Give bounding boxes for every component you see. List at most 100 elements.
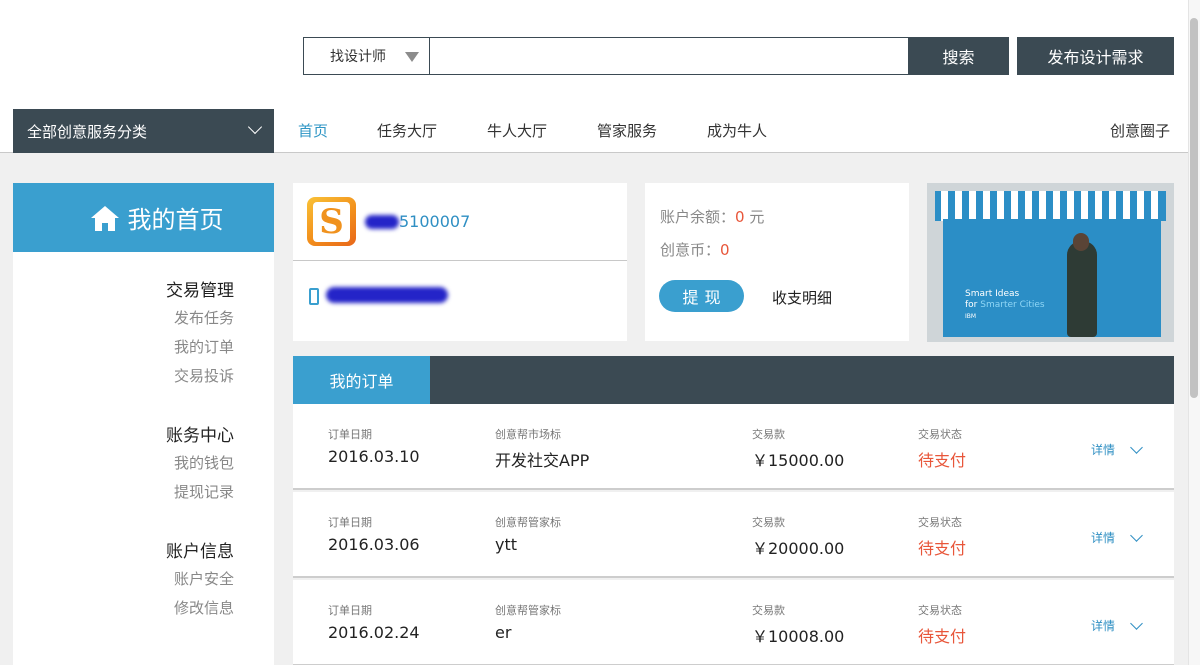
search-type-select[interactable]: 找设计师 <box>303 37 430 75</box>
order-amount-col: 交易款 ￥10008.00 <box>752 602 844 647</box>
order-amount: ￥15000.00 <box>752 451 845 470</box>
balance-unit: 元 <box>744 208 765 226</box>
order-amount-col: 交易款 ￥15000.00 <box>752 426 844 471</box>
order-date-label: 订单日期 <box>328 428 372 441</box>
nav-creative-circle[interactable]: 创意圈子 <box>1110 120 1170 141</box>
balance-label: 账户余额： <box>660 208 736 226</box>
banner-brand: IBM <box>965 313 977 320</box>
caret-down-icon <box>405 52 419 62</box>
sidebar-item-complaints[interactable]: 交易投诉 <box>13 365 234 386</box>
order-status-col: 交易状态 待支付 <box>918 602 966 647</box>
order-title-col: 创意帮管家标 ytt <box>495 514 561 554</box>
table-row: 订单日期 2016.02.24 创意帮管家标 er 交易款 ￥10008.00 交易状… <box>293 580 1174 665</box>
withdraw-button[interactable]: 提现 <box>659 280 744 312</box>
details-label: 详情 <box>1091 443 1116 457</box>
order-date: 2016.02.24 <box>328 623 420 642</box>
avatar[interactable]: S <box>307 197 356 246</box>
order-date-label: 订单日期 <box>328 604 372 617</box>
order-date-col: 订单日期 2016.03.10 <box>328 426 420 466</box>
sidebar-group-trade: 交易管理 发布任务 我的订单 交易投诉 <box>13 276 234 394</box>
order-status: 待支付 <box>918 627 967 646</box>
order-title-label: 创意帮管家标 <box>495 604 561 617</box>
nav-butler-service[interactable]: 管家服务 <box>597 120 657 141</box>
redacted-username <box>365 214 399 229</box>
search-button[interactable]: 搜索 <box>908 37 1009 75</box>
balance-card: 账户余额：0 元 创意币：0 提现 收支明细 <box>645 183 909 341</box>
sidebar-item-withdraw-records[interactable]: 提现记录 <box>13 481 234 502</box>
table-row: 订单日期 2016.03.06 创意帮管家标 ytt 交易款 ￥20000.00 交易… <box>293 492 1174 578</box>
banner-line2a: for <box>965 300 981 310</box>
order-details-toggle[interactable]: 详情 <box>1091 440 1143 458</box>
banner-line1: Smart Ideas <box>965 289 1020 299</box>
order-title: 开发社交APP <box>495 451 590 470</box>
chevron-down-icon <box>1130 440 1143 454</box>
nav-become-talent[interactable]: 成为牛人 <box>707 120 767 141</box>
order-date: 2016.03.10 <box>328 447 420 466</box>
order-title-label: 创意帮管家标 <box>495 516 561 529</box>
home-icon <box>90 205 119 231</box>
category-label: 全部创意服务分类 <box>27 122 148 141</box>
order-details-toggle[interactable]: 详情 <box>1091 616 1143 634</box>
profile-divider <box>293 260 627 261</box>
redacted-phone <box>326 287 448 303</box>
banner-person <box>1067 241 1097 337</box>
sidebar-title: 我的首页 <box>127 206 224 234</box>
banner-slogan: Smart Ideas for Smarter Cities IBM <box>965 289 1045 322</box>
sidebar-item-account-security[interactable]: 账户安全 <box>13 568 234 589</box>
order-status-label: 交易状态 <box>918 516 962 529</box>
sidebar-group-title: 账务中心 <box>166 426 234 446</box>
sidebar-item-edit-info[interactable]: 修改信息 <box>13 597 234 618</box>
sidebar-item-wallet[interactable]: 我的钱包 <box>13 452 234 473</box>
chevron-down-icon <box>1130 616 1143 630</box>
order-title-col: 创意帮管家标 er <box>495 602 561 642</box>
nav-home[interactable]: 首页 <box>298 120 328 141</box>
publish-demand-button[interactable]: 发布设计需求 <box>1017 37 1174 75</box>
balance-line: 账户余额：0 元 <box>660 206 764 227</box>
sidebar-item-publish-task[interactable]: 发布任务 <box>13 307 234 328</box>
phone-icon <box>309 288 319 305</box>
order-title: ytt <box>495 535 518 554</box>
search-type-label: 找设计师 <box>330 49 386 65</box>
tab-my-orders[interactable]: 我的订单 <box>293 356 430 404</box>
order-amount: ￥10008.00 <box>752 627 845 646</box>
order-amount-label: 交易款 <box>752 516 785 529</box>
chevron-down-icon <box>1130 528 1143 542</box>
order-amount-label: 交易款 <box>752 604 785 617</box>
order-title-col: 创意帮市场标开发社交APP <box>495 426 589 471</box>
order-date-col: 订单日期 2016.03.06 <box>328 514 420 554</box>
order-amount-label: 交易款 <box>752 428 785 441</box>
sidebar-group-title: 账户信息 <box>166 542 234 562</box>
sidebar-header[interactable]: 我的首页 <box>13 183 274 252</box>
category-dropdown[interactable]: 全部创意服务分类 <box>13 109 274 153</box>
order-status-col: 交易状态 待支付 <box>918 426 966 471</box>
nav-talent-hall[interactable]: 牛人大厅 <box>487 120 547 141</box>
sidebar-group-finance: 账务中心 我的钱包 提现记录 <box>13 421 234 510</box>
coin-label: 创意币： <box>660 241 721 259</box>
order-status-col: 交易状态 待支付 <box>918 514 966 559</box>
banner-line2b: Smarter Cities <box>980 300 1045 310</box>
order-date-label: 订单日期 <box>328 516 372 529</box>
username[interactable]: 5100007 <box>365 212 470 231</box>
sidebar-group-account: 账户信息 账户安全 修改信息 <box>13 537 234 626</box>
details-label: 详情 <box>1091 531 1116 545</box>
sidebar-group-title: 交易管理 <box>166 281 234 301</box>
order-date: 2016.03.06 <box>328 535 420 554</box>
sidebar-item-my-orders[interactable]: 我的订单 <box>13 336 234 357</box>
order-amount: ￥20000.00 <box>752 539 845 558</box>
details-label: 详情 <box>1091 619 1116 633</box>
order-details-toggle[interactable]: 详情 <box>1091 528 1143 546</box>
scrollbar-thumb[interactable] <box>1190 18 1198 398</box>
search-input[interactable] <box>429 37 909 75</box>
nav-task-hall[interactable]: 任务大厅 <box>377 120 437 141</box>
coin-value: 0 <box>720 241 730 259</box>
avatar-letter: S <box>313 201 350 242</box>
income-expense-details-link[interactable]: 收支明细 <box>772 287 832 308</box>
balance-value: 0 <box>735 208 745 226</box>
profile-card: S 5100007 <box>293 183 627 341</box>
promo-banner-image[interactable]: Smart Ideas for Smarter Cities IBM <box>927 183 1174 342</box>
order-title-label: 创意帮市场标 <box>495 428 561 441</box>
chevron-down-icon <box>247 119 263 135</box>
order-date-col: 订单日期 2016.02.24 <box>328 602 420 642</box>
order-status: 待支付 <box>918 539 967 558</box>
order-amount-col: 交易款 ￥20000.00 <box>752 514 844 559</box>
